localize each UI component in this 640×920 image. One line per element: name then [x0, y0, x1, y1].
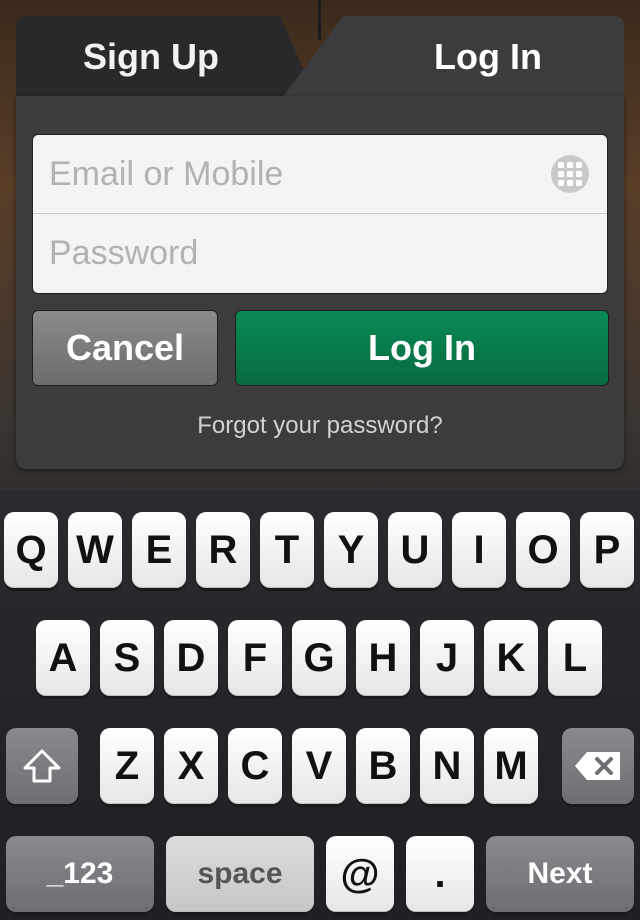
key-v[interactable]: V — [292, 728, 346, 804]
backspace-icon — [575, 752, 620, 780]
space-key[interactable]: space — [166, 836, 314, 912]
key-r[interactable]: R — [196, 512, 250, 588]
key-m[interactable]: M — [484, 728, 538, 804]
shift-icon — [23, 749, 61, 783]
key-b[interactable]: B — [356, 728, 410, 804]
key-i[interactable]: I — [452, 512, 506, 588]
key-f[interactable]: F — [228, 620, 282, 696]
key-e[interactable]: E — [132, 512, 186, 588]
password-placeholder: Password — [49, 233, 199, 272]
key-w[interactable]: W — [68, 512, 122, 588]
next-key[interactable]: Next — [486, 836, 634, 912]
shift-key[interactable] — [6, 728, 78, 804]
key-j[interactable]: J — [420, 620, 474, 696]
key-t[interactable]: T — [260, 512, 314, 588]
key-a[interactable]: A — [36, 620, 90, 696]
cancel-button[interactable]: Cancel — [32, 310, 218, 386]
forgot-password-link[interactable]: Forgot your password? — [16, 412, 624, 440]
key-u[interactable]: U — [388, 512, 442, 588]
backspace-key[interactable] — [562, 728, 634, 804]
key-k[interactable]: K — [484, 620, 538, 696]
tab-signup[interactable]: Sign Up — [16, 16, 316, 98]
background-tower — [318, 0, 321, 40]
key-n[interactable]: N — [420, 728, 474, 804]
key-y[interactable]: Y — [324, 512, 378, 588]
key-c[interactable]: C — [228, 728, 282, 804]
numbers-key[interactable]: _123 — [6, 836, 154, 912]
key-z[interactable]: Z — [100, 728, 154, 804]
password-field[interactable]: Password — [33, 213, 607, 292]
key-l[interactable]: L — [548, 620, 602, 696]
key-o[interactable]: O — [516, 512, 570, 588]
login-button[interactable]: Log In — [235, 310, 609, 386]
key-x[interactable]: X — [164, 728, 218, 804]
credential-fields: Email or Mobile Password — [32, 134, 608, 294]
email-field[interactable]: Email or Mobile — [33, 135, 607, 213]
tab-login-label: Log In — [434, 36, 542, 77]
email-placeholder: Email or Mobile — [49, 154, 284, 193]
tab-login[interactable]: Log In — [282, 16, 624, 98]
key-d[interactable]: D — [164, 620, 218, 696]
login-panel: Email or Mobile Password Cancel Log In F… — [16, 96, 624, 469]
key-p[interactable]: P — [580, 512, 634, 588]
key-q[interactable]: Q — [4, 512, 58, 588]
dot-key[interactable]: . — [406, 836, 474, 912]
keyboard: Q W E R T Y U I O P A S D F G H J K L Z … — [0, 490, 640, 920]
key-g[interactable]: G — [292, 620, 346, 696]
key-s[interactable]: S — [100, 620, 154, 696]
keypad-icon[interactable] — [551, 155, 589, 193]
at-key[interactable]: @ — [326, 836, 394, 912]
key-h[interactable]: H — [356, 620, 410, 696]
tab-signup-label: Sign Up — [83, 36, 219, 77]
